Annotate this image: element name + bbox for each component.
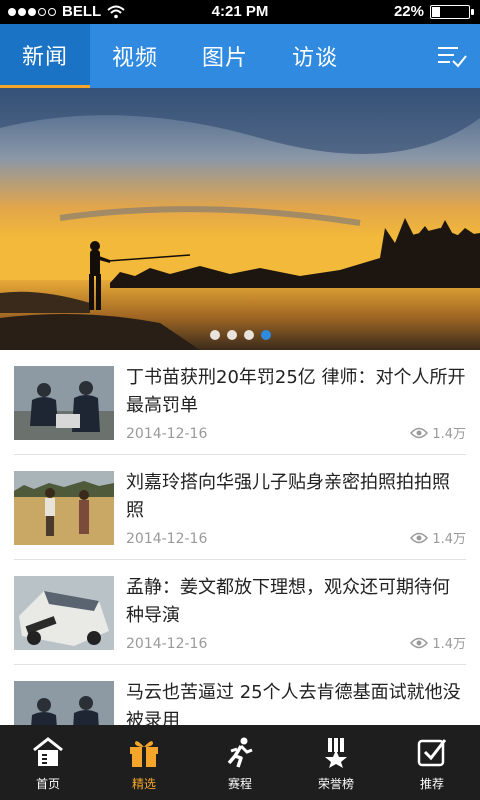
eye-icon (410, 427, 429, 438)
app-screen: BELL 4:21 PM 22% 新闻 视频 图片 访谈 丁书苗获刑20年罚25… (0, 0, 480, 800)
news-view-count: 1.4万 (432, 532, 466, 547)
top-tab-bar: 新闻 视频 图片 访谈 (0, 24, 480, 88)
tab-video[interactable]: 视频 (90, 24, 180, 88)
news-views: 1.4万 (410, 528, 466, 547)
news-title: 孟静：姜文都放下理想，观众还可期待何种导演 (126, 577, 450, 626)
status-bar: BELL 4:21 PM 22% (0, 0, 480, 24)
tab-pictures[interactable]: 图片 (180, 24, 270, 88)
news-item[interactable]: 孟静：姜文都放下理想，观众还可期待何种导演 2014-12-16 1.4万 (14, 560, 466, 665)
news-view-count: 1.4万 (432, 637, 466, 652)
news-item[interactable]: 刘嘉玲搭向华强儿子贴身亲密拍照拍拍照照 2014-12-16 1.4万 (14, 455, 466, 560)
channel-menu-button[interactable] (436, 42, 468, 70)
checkbox-icon (417, 739, 447, 767)
nav-label: 荣誉榜 (317, 777, 354, 791)
nav-label: 首页 (35, 777, 60, 791)
tab-interviews[interactable]: 访谈 (270, 24, 360, 88)
field-photo (14, 471, 114, 545)
car-photo (14, 576, 114, 650)
banner-carousel[interactable] (0, 88, 480, 350)
nav-label: 赛程 (227, 777, 252, 791)
carousel-dot[interactable] (243, 330, 254, 340)
nav-schedule[interactable]: 赛程 (192, 725, 288, 800)
news-item[interactable]: 丁书苗获刑20年罚25亿 律师：对个人所开最高罚单 2014-12-16 1.4… (14, 350, 466, 455)
carousel-dot[interactable] (226, 330, 237, 340)
nav-recommend[interactable]: 推荐 (384, 725, 480, 800)
nav-home[interactable]: 首页 (0, 725, 96, 800)
nav-label: 推荐 (419, 777, 444, 791)
news-view-count: 1.4万 (432, 427, 466, 442)
battery-icon (430, 4, 474, 19)
battery-status: 22% (393, 3, 474, 20)
news-title: 马云也苦逼过 25个人去肯德基面试就他没被录用 (126, 682, 461, 725)
bottom-tab-bar: 首页 精选 赛程 荣誉榜 推荐 (0, 725, 480, 800)
eye-icon (410, 532, 429, 543)
news-title: 刘嘉玲搭向华强儿子贴身亲密拍照拍拍照照 (126, 472, 450, 521)
nav-honor-list[interactable]: 荣誉榜 (288, 725, 384, 800)
battery-percent: 22% (393, 3, 424, 20)
home-icon (33, 737, 63, 766)
carousel-dot[interactable] (209, 330, 220, 340)
news-title: 丁书苗获刑20年罚25亿 律师：对个人所开最高罚单 (126, 367, 466, 416)
news-thumbnail (14, 576, 114, 650)
news-item[interactable]: 马云也苦逼过 25个人去肯德基面试就他没被录用 (14, 665, 466, 725)
gift-icon (130, 741, 158, 767)
news-thumbnail (14, 366, 114, 440)
news-date: 2014-12-16 (126, 426, 208, 442)
news-views: 1.4万 (410, 423, 466, 442)
police-photo (14, 366, 114, 440)
news-date: 2014-12-16 (126, 636, 208, 652)
news-date: 2014-12-16 (126, 531, 208, 547)
police-photo (14, 681, 114, 725)
runner-icon (227, 737, 253, 768)
news-list: 丁书苗获刑20年罚25亿 律师：对个人所开最高罚单 2014-12-16 1.4… (0, 350, 480, 725)
news-views: 1.4万 (410, 633, 466, 652)
carousel-dot[interactable] (260, 330, 271, 340)
eye-icon (410, 637, 429, 648)
nav-label: 精选 (131, 777, 156, 791)
news-thumbnail (14, 471, 114, 545)
list-check-icon (438, 47, 467, 68)
battery-fill (432, 6, 441, 17)
badge-icon (325, 738, 347, 768)
sunset-fisherman-image (0, 88, 480, 350)
carousel-indicators (0, 330, 480, 340)
tab-news[interactable]: 新闻 (0, 24, 90, 88)
news-thumbnail (14, 681, 114, 725)
nav-featured[interactable]: 精选 (96, 725, 192, 800)
